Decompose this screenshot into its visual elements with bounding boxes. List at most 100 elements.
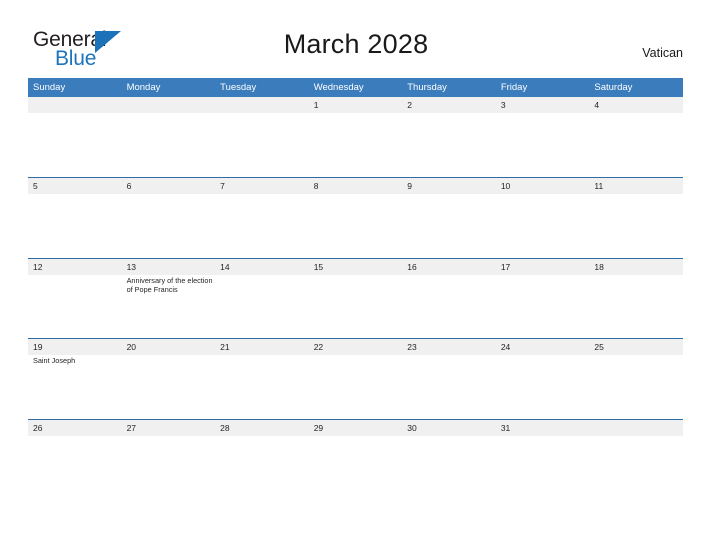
- page-title: March 2028: [283, 29, 429, 59]
- day-cell[interactable]: 23: [402, 339, 496, 419]
- day-number: 18: [594, 261, 604, 272]
- day-number: 23: [407, 342, 417, 353]
- day-cell[interactable]: 22: [308, 339, 403, 419]
- day-number: 17: [500, 261, 511, 272]
- dow-monday: Monday: [126, 82, 161, 93]
- day-number: 1: [313, 100, 319, 110]
- calendar-page: General Blue March 2028 Vatican Sunday M…: [0, 0, 712, 550]
- day-cell[interactable]: 29: [308, 419, 403, 499]
- day-number: 29: [313, 422, 324, 433]
- dow-thursday: Thursday: [407, 82, 447, 93]
- day-cell[interactable]: [215, 97, 309, 176]
- day-number-band: [28, 178, 122, 195]
- day-number-band: [589, 97, 683, 113]
- day-number: 31: [500, 422, 511, 433]
- day-cell[interactable]: 1: [308, 97, 403, 176]
- day-number: 8: [313, 181, 319, 192]
- day-number: 15: [313, 261, 324, 272]
- day-number: 30: [407, 422, 417, 433]
- day-cell[interactable]: 21: [215, 339, 309, 419]
- day-number: 13: [126, 261, 137, 272]
- dow-sunday: Sunday: [33, 82, 66, 93]
- day-number: 16: [407, 261, 417, 272]
- day-number: 28: [220, 422, 230, 433]
- day-number: 10: [500, 181, 511, 192]
- day-cell[interactable]: 20: [121, 339, 216, 419]
- day-number: 12: [33, 261, 43, 272]
- day-cell[interactable]: [121, 97, 216, 176]
- day-number: 7: [220, 181, 225, 192]
- day-number: 3: [500, 100, 506, 110]
- day-cell[interactable]: 3: [495, 97, 590, 176]
- day-cell[interactable]: 17: [495, 258, 590, 338]
- day-of-week-header-row: Sunday Monday Tuesday Wednesday Thursday…: [28, 78, 683, 97]
- day-number-band: [215, 97, 309, 113]
- day-cell[interactable]: 31: [495, 419, 590, 499]
- day-cell[interactable]: 25: [589, 339, 683, 419]
- day-event: Anniversary of the election of Pope Fran…: [126, 275, 213, 295]
- day-cell[interactable]: 11: [589, 178, 683, 258]
- dow-wednesday: Wednesday: [313, 82, 364, 93]
- day-number-band: [121, 97, 216, 113]
- dow-saturday: Saturday: [594, 82, 633, 93]
- day-number-band: [495, 97, 590, 113]
- week-row: 5 6 7 8 9 10 11: [28, 177, 683, 258]
- day-cell[interactable]: 14: [215, 258, 309, 338]
- day-event: Saint Joseph: [33, 356, 76, 366]
- day-number: 19: [33, 342, 43, 353]
- day-number-band: [402, 97, 496, 113]
- week-row: 1 2 3 4: [28, 97, 683, 177]
- day-number: 11: [594, 181, 604, 192]
- day-number: 20: [126, 342, 137, 353]
- day-cell[interactable]: [28, 97, 122, 176]
- day-cell[interactable]: 4: [589, 97, 683, 176]
- day-number-band: [308, 178, 403, 195]
- day-number-band: [121, 178, 216, 195]
- day-cell[interactable]: 16: [402, 258, 496, 338]
- day-number: 2: [407, 100, 412, 110]
- day-cell[interactable]: 30: [402, 419, 496, 499]
- day-cell[interactable]: 28: [215, 419, 309, 499]
- day-number: 27: [126, 422, 137, 433]
- day-cell[interactable]: 19 Saint Joseph: [28, 339, 122, 419]
- day-cell[interactable]: 13 Anniversary of the election of Pope Fr…: [121, 258, 216, 338]
- day-number-band: [402, 178, 496, 195]
- week-row: 12 13 Anniversary of the election of Pope…: [28, 257, 683, 338]
- day-number-band: [215, 178, 309, 195]
- day-number-band: [589, 178, 683, 195]
- page-header: General Blue March 2028 Vatican: [0, 0, 712, 76]
- day-cell[interactable]: 9: [402, 178, 496, 258]
- day-number: 14: [220, 261, 230, 272]
- day-number-band: [308, 97, 403, 113]
- day-number-band: [589, 419, 683, 436]
- day-cell[interactable]: 18: [589, 258, 683, 338]
- day-number: 25: [594, 342, 604, 353]
- day-cell[interactable]: 7: [215, 178, 309, 258]
- day-cell[interactable]: 10: [495, 178, 590, 258]
- dow-tuesday: Tuesday: [220, 82, 257, 93]
- day-cell[interactable]: [589, 419, 683, 499]
- calendar-grid: Sunday Monday Tuesday Wednesday Thursday…: [28, 78, 683, 499]
- region-label: Vatican: [642, 46, 683, 60]
- day-cell[interactable]: 2: [402, 97, 496, 176]
- day-number: 22: [313, 342, 324, 353]
- day-number-band: [28, 97, 122, 113]
- week-row: 26 27 28 29 30 31: [28, 418, 683, 499]
- day-cell[interactable]: 26: [28, 419, 122, 499]
- day-cell[interactable]: 15: [308, 258, 403, 338]
- day-cell[interactable]: 12: [28, 258, 122, 338]
- day-number: 6: [126, 181, 132, 192]
- day-cell[interactable]: 27: [121, 419, 216, 499]
- day-cell[interactable]: 8: [308, 178, 403, 258]
- day-number: 24: [500, 342, 511, 353]
- day-number: 4: [594, 100, 600, 110]
- dow-friday: Friday: [500, 82, 528, 93]
- day-cell[interactable]: 5: [28, 178, 122, 258]
- week-row: 19 Saint Joseph 20 21 22 23 24 25: [28, 338, 683, 419]
- day-number: 26: [33, 422, 43, 433]
- day-number: 9: [407, 181, 412, 192]
- day-cell[interactable]: 6: [121, 178, 216, 258]
- day-cell[interactable]: 24: [495, 339, 590, 419]
- day-number: 5: [33, 181, 38, 192]
- day-number: 21: [220, 342, 230, 353]
